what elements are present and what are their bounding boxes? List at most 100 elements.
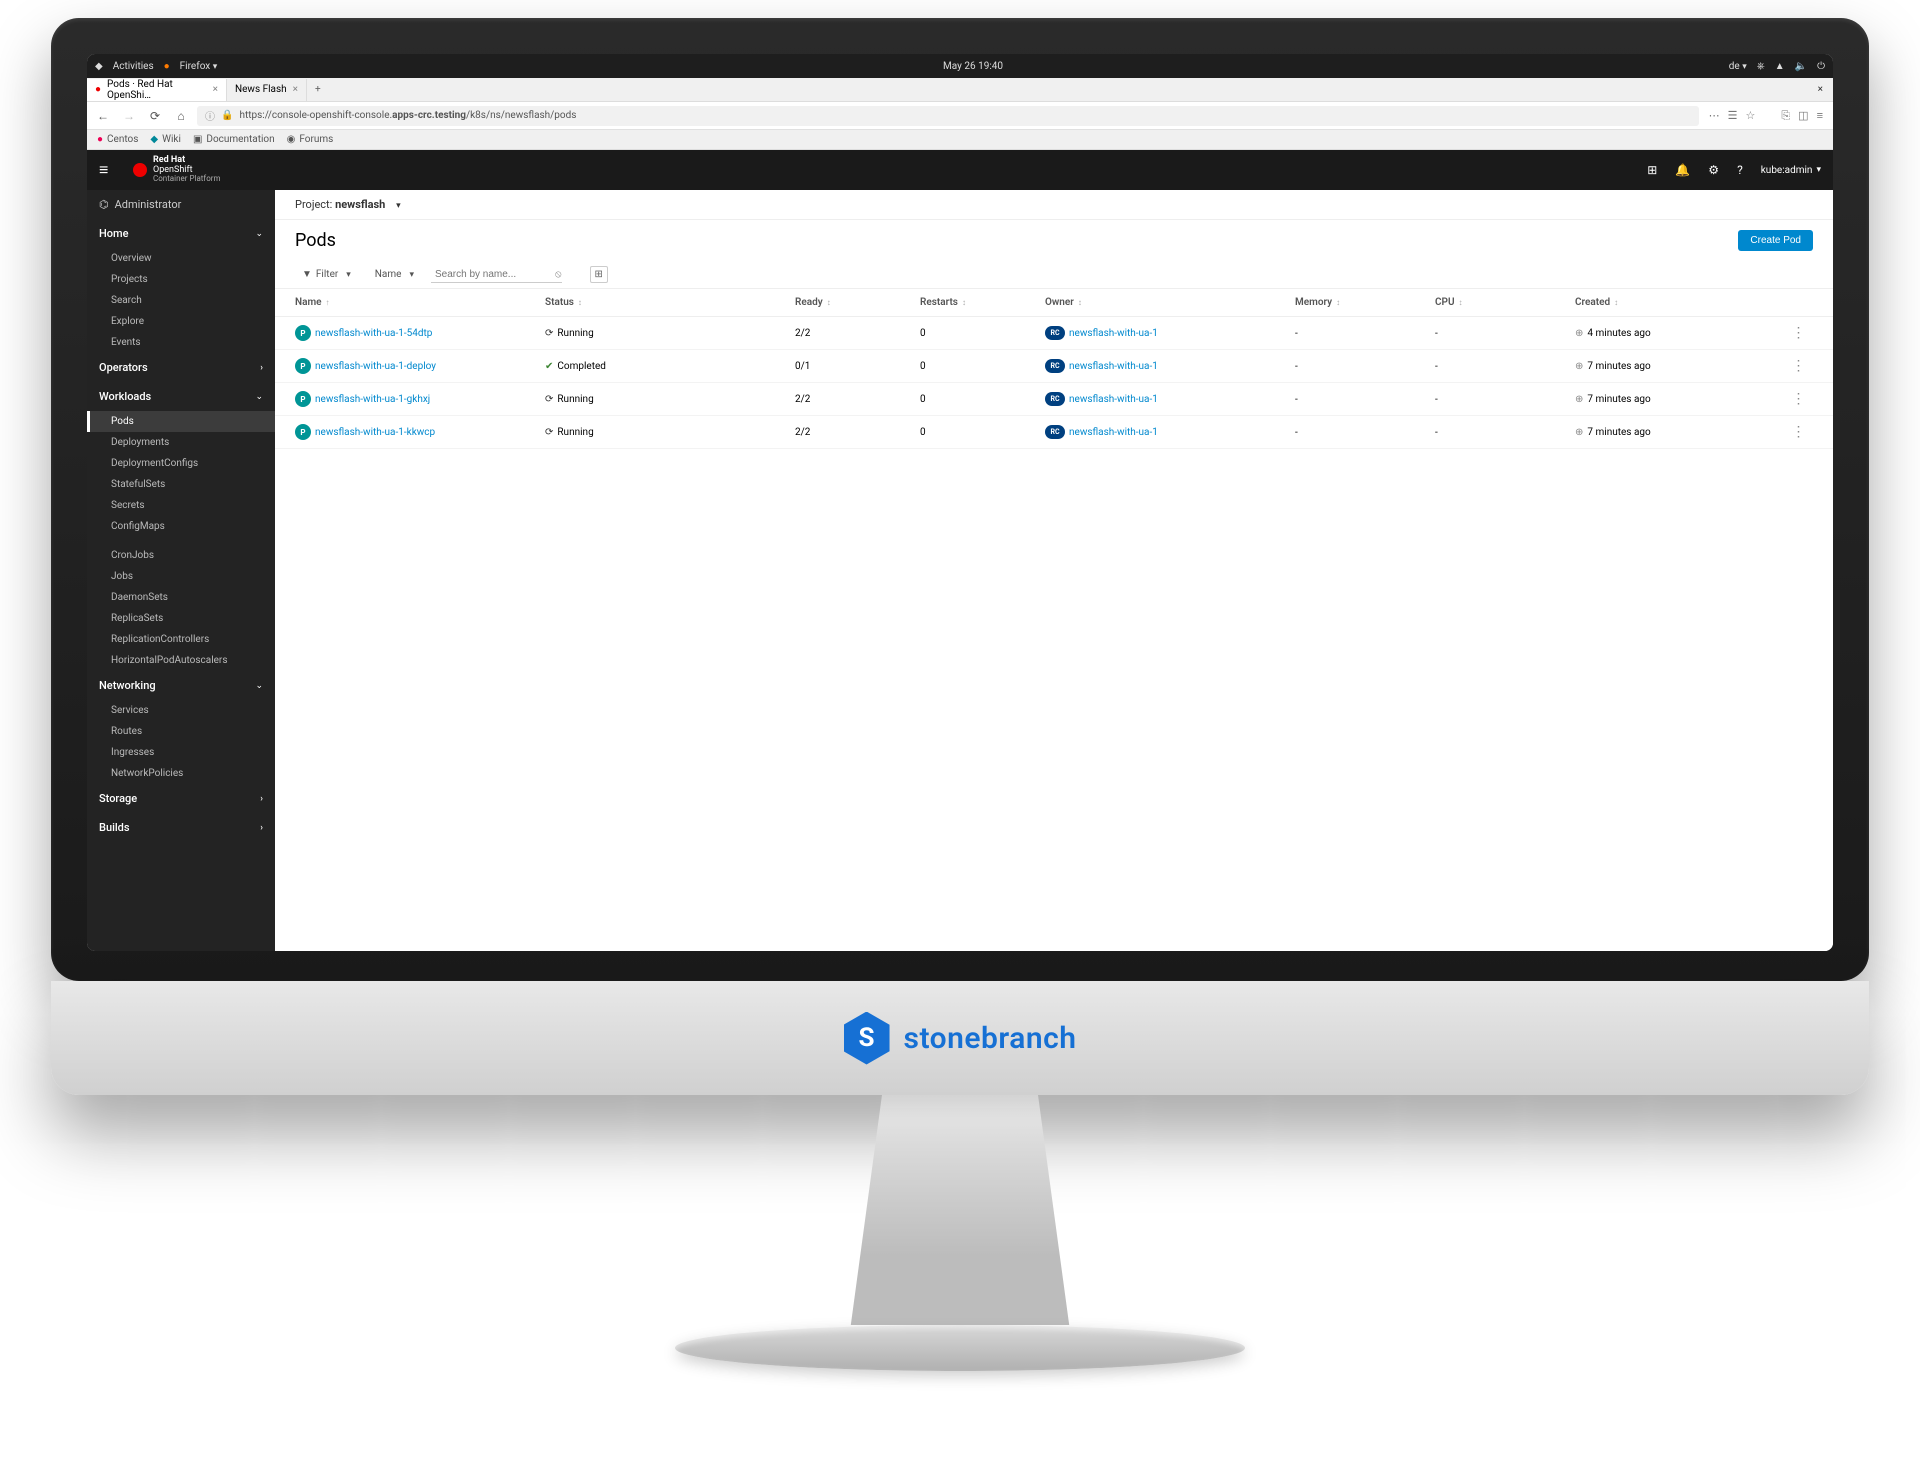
apps-icon[interactable]: ⊞: [1647, 163, 1657, 177]
col-owner[interactable]: Owner↕: [1045, 297, 1295, 308]
bookmark-item[interactable]: ●Centos: [97, 134, 138, 145]
owner-link[interactable]: newsflash-with-ua-1: [1069, 394, 1158, 405]
sidebar-item-replicasets[interactable]: ReplicaSets: [87, 608, 275, 629]
sidebar-item-cronjobs[interactable]: CronJobs: [87, 545, 275, 566]
col-memory[interactable]: Memory↕: [1295, 297, 1435, 308]
lang-indicator[interactable]: de ▾: [1729, 61, 1747, 72]
cpu-value: -: [1435, 361, 1438, 372]
clear-icon[interactable]: ⦸: [555, 269, 562, 280]
window-close-icon[interactable]: ×: [1808, 84, 1833, 95]
create-pod-button[interactable]: Create Pod: [1738, 230, 1813, 251]
library-icon[interactable]: ⎘: [1781, 109, 1790, 123]
owner-link[interactable]: newsflash-with-ua-1: [1069, 328, 1158, 339]
kebab-icon[interactable]: ⋮: [1792, 358, 1805, 374]
pod-name-link[interactable]: newsflash-with-ua-1-gkhxj: [315, 394, 430, 405]
forward-button[interactable]: →: [119, 109, 139, 123]
bookmark-icon[interactable]: ☆: [1745, 109, 1755, 123]
restarts-value: 0: [920, 427, 926, 438]
bookmark-item[interactable]: ▣Documentation: [193, 134, 275, 145]
tray-net-icon[interactable]: ⎈: [1757, 61, 1765, 72]
hamburger-icon[interactable]: ≡: [99, 160, 123, 180]
table-row: Pnewsflash-with-ua-1-deploy✔Completed0/1…: [275, 350, 1833, 383]
project-selector[interactable]: Project: newsflash ▾: [275, 190, 1833, 220]
help-icon[interactable]: ?: [1737, 163, 1743, 177]
sidebar-item-events[interactable]: Events: [87, 332, 275, 353]
col-ready[interactable]: Ready↕: [795, 297, 920, 308]
name-dropdown[interactable]: Name▾: [368, 265, 421, 284]
sidebar-item-routes[interactable]: Routes: [87, 721, 275, 742]
sidebar-item-secrets[interactable]: Secrets: [87, 495, 275, 516]
settings-icon[interactable]: ⚙: [1708, 163, 1719, 177]
sidebar-item-networkpolicies[interactable]: NetworkPolicies: [87, 763, 275, 784]
new-tab-button[interactable]: +: [307, 84, 329, 95]
bookmarks-bar: ●Centos ◆Wiki ▣Documentation ◉Forums: [87, 130, 1833, 150]
sidebar-item-replicationcontrollers[interactable]: ReplicationControllers: [87, 629, 275, 650]
notifications-icon[interactable]: 🔔: [1675, 163, 1690, 177]
sidebar-item-search[interactable]: Search: [87, 290, 275, 311]
reader-icon[interactable]: ☰: [1728, 109, 1738, 123]
sidebar-item-ingresses[interactable]: Ingresses: [87, 742, 275, 763]
owner-link[interactable]: newsflash-with-ua-1: [1069, 427, 1158, 438]
pod-name-link[interactable]: newsflash-with-ua-1-deploy: [315, 361, 436, 372]
col-cpu[interactable]: CPU↕: [1435, 297, 1575, 308]
col-name[interactable]: Name↑: [295, 297, 545, 308]
url-field[interactable]: ⓘ 🔒 https://console-openshift-console.ap…: [197, 106, 1699, 126]
sidebar-item-explore[interactable]: Explore: [87, 311, 275, 332]
search-input[interactable]: [431, 267, 551, 282]
pod-badge-icon: P: [295, 424, 311, 440]
home-button[interactable]: ⌂: [171, 109, 191, 123]
sidebar-section-home[interactable]: Home⌄: [87, 219, 275, 248]
kebab-icon[interactable]: ⋮: [1792, 391, 1805, 407]
sidebar-icon[interactable]: ◫: [1798, 109, 1808, 123]
tab-close-icon[interactable]: ×: [213, 84, 218, 95]
back-button[interactable]: ←: [93, 109, 113, 123]
browser-tab[interactable]: ● Pods · Red Hat OpenShi… ×: [87, 79, 227, 101]
sidebar: ⌬ Administrator Home⌄OverviewProjectsSea…: [87, 190, 275, 951]
columns-icon[interactable]: ⊞: [590, 266, 608, 283]
tray-volume-icon[interactable]: 🔈: [1795, 61, 1807, 72]
reload-button[interactable]: ⟳: [145, 109, 165, 123]
sidebar-item-statefulsets[interactable]: StatefulSets: [87, 474, 275, 495]
pod-name-link[interactable]: newsflash-with-ua-1-54dtp: [315, 328, 432, 339]
gauge-icon: ⌬: [99, 198, 109, 211]
sidebar-item-configmaps[interactable]: ConfigMaps: [87, 516, 275, 537]
sidebar-item-pods[interactable]: Pods: [87, 411, 275, 432]
owner-link[interactable]: newsflash-with-ua-1: [1069, 361, 1158, 372]
sidebar-item-overview[interactable]: Overview: [87, 248, 275, 269]
sidebar-item-daemonsets[interactable]: DaemonSets: [87, 587, 275, 608]
sidebar-item-projects[interactable]: Projects: [87, 269, 275, 290]
sort-icon: ↕: [962, 298, 966, 307]
sidebar-section-operators[interactable]: Operators›: [87, 353, 275, 382]
sidebar-item-deploymentconfigs[interactable]: DeploymentConfigs: [87, 453, 275, 474]
sidebar-item-deployments[interactable]: Deployments: [87, 432, 275, 453]
url-etc-icon[interactable]: ⋯: [1709, 109, 1720, 123]
col-created[interactable]: Created↕: [1575, 297, 1783, 308]
sidebar-item-horizontalpodautoscalers[interactable]: HorizontalPodAutoscalers: [87, 650, 275, 671]
filter-dropdown[interactable]: ▼Filter▾: [295, 265, 358, 284]
bookmark-item[interactable]: ◆Wiki: [150, 134, 181, 145]
tray-power-icon[interactable]: ⏻: [1817, 61, 1825, 72]
user-menu[interactable]: kube:admin ▾: [1761, 165, 1821, 176]
sidebar-item-services[interactable]: Services: [87, 700, 275, 721]
clock[interactable]: May 26 19:40: [217, 61, 1728, 72]
sync-icon: ⟳: [545, 328, 553, 339]
tab-close-icon[interactable]: ×: [293, 84, 298, 95]
bookmark-item[interactable]: ◉Forums: [287, 134, 334, 145]
perspective-switcher[interactable]: ⌬ Administrator: [87, 190, 275, 219]
restarts-value: 0: [920, 361, 926, 372]
sidebar-section-storage[interactable]: Storage›: [87, 784, 275, 813]
sidebar-item-jobs[interactable]: Jobs: [87, 566, 275, 587]
pod-name-link[interactable]: newsflash-with-ua-1-kkwcp: [315, 427, 435, 438]
sidebar-section-builds[interactable]: Builds›: [87, 813, 275, 842]
col-status[interactable]: Status↕: [545, 297, 795, 308]
sidebar-section-networking[interactable]: Networking⌄: [87, 671, 275, 700]
sidebar-section-workloads[interactable]: Workloads⌄: [87, 382, 275, 411]
menu-icon[interactable]: ≡: [1817, 109, 1823, 123]
activities-button[interactable]: Activities: [113, 61, 154, 72]
kebab-icon[interactable]: ⋮: [1792, 424, 1805, 440]
col-restarts[interactable]: Restarts↕: [920, 297, 1045, 308]
browser-tab[interactable]: News Flash ×: [227, 79, 307, 101]
kebab-icon[interactable]: ⋮: [1792, 325, 1805, 341]
tray-bt-icon[interactable]: ▲: [1775, 61, 1785, 72]
active-app-label[interactable]: Firefox ▾: [180, 61, 218, 72]
